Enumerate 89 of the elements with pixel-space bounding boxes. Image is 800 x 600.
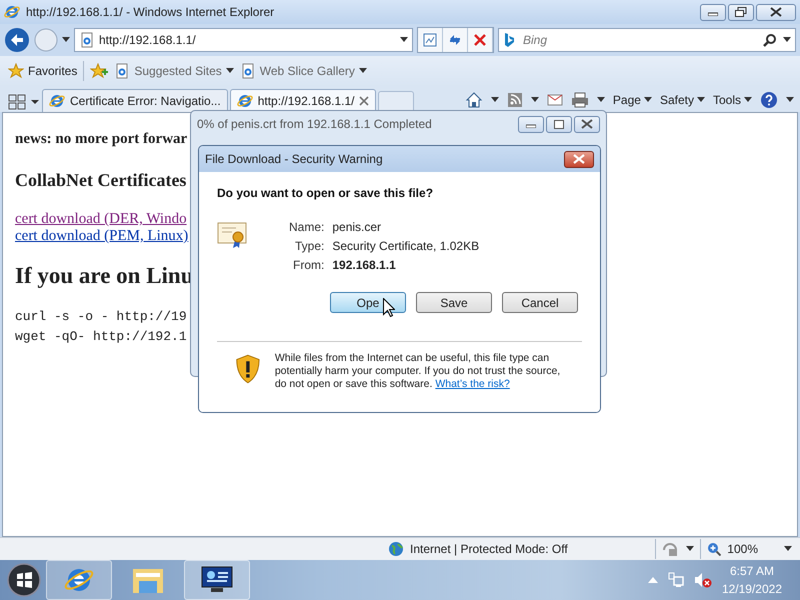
caret-icon[interactable] [783,37,791,43]
caret-icon[interactable] [686,546,694,552]
warning-shield-icon [235,352,261,386]
search-box[interactable]: Bing [498,28,796,52]
dialog-title: File Download - Security Warning [205,152,384,166]
home-icon[interactable] [464,91,483,109]
caret-icon[interactable] [784,546,792,552]
close-icon [573,154,585,164]
certificate-icon [217,220,249,250]
minimize-button[interactable] [518,116,544,132]
globe-icon [388,541,404,557]
field-label: Name: [289,220,324,234]
field-label: From: [292,258,324,272]
download-link[interactable]: cert download (DER, Windo [15,211,187,228]
star-icon [8,63,24,79]
field-value: Security Certificate, 1.02KB [332,239,480,253]
search-field[interactable]: Bing [521,32,757,48]
caret-icon[interactable] [400,37,408,43]
menu-button[interactable]: Page [612,93,652,107]
browser-tab[interactable]: Certificate Error: Navigatio... [42,89,228,112]
mouse-cursor-icon [383,298,395,317]
minimize-button[interactable] [700,4,726,20]
dialog-question: Do you want to open or save this file? [217,186,434,200]
maximize-button[interactable] [546,116,572,132]
zoom-icon [707,542,722,556]
compatibility-icon[interactable] [422,32,438,48]
caret-icon [696,97,705,103]
caret-icon [644,97,652,103]
favorites-link[interactable]: Web Slice Gallery [240,63,367,79]
warning-text: While files from the Internet can be useful, this file type can potentially harm your computer. If you do not trust the source, do not open or save this software. What’s the risk? [274,352,562,392]
caret-icon[interactable] [786,97,794,103]
download-link[interactable]: cert download (PEM, Linux) [15,228,188,245]
caret-icon [744,97,752,103]
search-icon[interactable] [763,33,777,47]
zoom-level[interactable]: 100% [727,542,758,556]
restore-icon [735,7,747,17]
back-icon[interactable] [4,27,30,53]
monitor-icon [201,566,233,594]
close-button[interactable] [564,150,594,168]
menu-button[interactable]: Tools [712,93,752,107]
restore-button[interactable] [728,4,754,20]
dialog-button[interactable]: Cancel [502,292,578,313]
dialog-button[interactable]: Save [416,292,492,313]
feed-icon[interactable] [506,92,523,108]
clock-time: 6:57 AM [730,563,774,580]
risk-link[interactable]: What’s the risk? [435,378,510,390]
caret-icon[interactable] [490,97,499,103]
taskbar-button[interactable] [184,560,250,600]
tab-close-icon[interactable] [359,96,370,106]
command-line: wget -qO- http://192.1 [15,328,187,346]
browser-tab[interactable]: http://192.168.1.1/ [230,89,376,112]
favorites-button[interactable]: Favorites [8,63,78,79]
news-text: news: no more port forwar [15,131,188,148]
close-icon [770,7,782,17]
start-button-icon[interactable] [6,562,42,598]
security-zone-text: Internet | Protected Mode: Off [410,542,568,556]
new-tab-button[interactable] [378,91,414,112]
caret-icon [226,68,234,74]
favorites-link[interactable]: Suggested Sites [114,63,234,79]
dialog-button[interactable]: Ope [330,292,406,313]
caret-icon[interactable] [596,97,605,103]
caret-icon [358,68,367,74]
help-icon[interactable] [760,91,778,109]
section-heading: CollabNet Certificates [15,170,186,191]
caret-icon[interactable] [62,37,70,43]
muted-volume-icon[interactable] [694,572,712,588]
search-engine-icon [503,32,515,48]
stop-icon[interactable] [473,33,487,47]
menu-button[interactable]: Safety [660,93,705,107]
add-favorite-icon[interactable] [90,63,108,79]
command-line: curl -s -o - http://19 [15,308,187,326]
close-icon [581,119,593,129]
clock-date: 12/19/2022 [722,581,782,598]
caret-icon[interactable] [530,97,539,103]
field-label: Type: [294,239,324,253]
address-field[interactable]: http://192.168.1.1/ [99,33,396,47]
close-button[interactable] [574,116,600,132]
browser-icon [4,4,20,20]
window-title: http://192.168.1.1/ - Windows Internet Explorer [26,5,276,19]
mail-icon[interactable] [546,94,563,106]
field-value: penis.cer [332,220,382,234]
address-bar[interactable]: http://192.168.1.1/ [74,28,413,52]
field-value: 192.168.1.1 [332,258,397,272]
close-button[interactable] [756,4,796,20]
quick-tabs-icon[interactable] [6,92,28,112]
folder-icon [132,566,164,594]
print-icon[interactable] [570,92,589,108]
maximize-icon [554,120,564,128]
window-title: 0% of penis.crt from 192.168.1.1 Completed [197,117,433,131]
